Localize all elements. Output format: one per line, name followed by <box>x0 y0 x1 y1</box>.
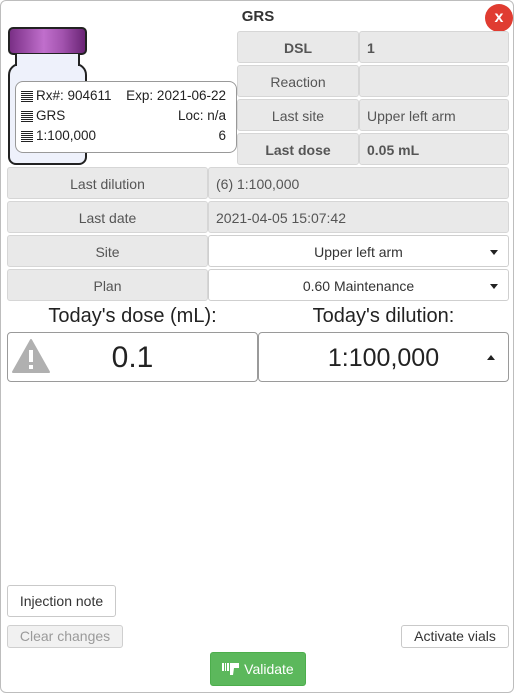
last-dilution-label: Last dilution <box>7 167 208 199</box>
today-dilution-value: 1:100,000 <box>327 344 440 372</box>
site-label: Site <box>7 235 208 267</box>
last-date-value: 2021-04-05 15:07:42 <box>208 201 509 233</box>
close-button[interactable]: x <box>485 4 513 32</box>
reaction-value <box>359 65 509 97</box>
vial-cap <box>8 27 87 55</box>
close-icon: x <box>494 9 504 26</box>
today-dose-input[interactable]: 0.1 <box>7 332 258 382</box>
barcode-icon <box>21 111 33 123</box>
vial-row-name: GRS Loc: n/a <box>21 108 226 126</box>
vial-loc: Loc: n/a <box>177 108 226 123</box>
plan-select-value: 0.60 Maintenance <box>302 278 415 294</box>
plan-label: Plan <box>7 269 208 301</box>
barcode-icon <box>21 91 33 103</box>
validate-button[interactable]: Validate <box>210 652 306 686</box>
activate-vials-button[interactable]: Activate vials <box>401 625 509 648</box>
today-dilution-label: Today's dilution: <box>312 305 455 327</box>
vial-dilution: 1:100,000 <box>36 128 97 143</box>
vial-exp: Exp: 2021-06-22 <box>126 88 226 103</box>
reaction-label: Reaction <box>237 65 359 97</box>
last-date-label: Last date <box>7 201 208 233</box>
vial-neck <box>15 54 80 66</box>
site-select-value: Upper left arm <box>314 244 403 260</box>
injection-note-button[interactable]: Injection note <box>7 585 116 617</box>
today-dilution-select[interactable]: 1:100,000 <box>258 332 509 382</box>
vial-row-rx: Rx#: 904611 Exp: 2021-06-22 <box>21 88 226 106</box>
dose-panel: GRS x Rx#: 904611 Exp: 2021-06-22 GRS Lo… <box>0 0 514 693</box>
last-dose-label: Last dose <box>237 133 359 165</box>
dsl-value: 1 <box>359 31 509 63</box>
warning-icon <box>12 339 50 373</box>
last-site-label: Last site <box>237 99 359 131</box>
page-title: GRS <box>241 8 275 25</box>
barcode-icon <box>21 131 33 143</box>
today-dose-value: 0.1 <box>111 341 154 374</box>
last-site-value: Upper left arm <box>359 99 509 131</box>
vial-dilution-number: 6 <box>218 128 226 143</box>
vial-row-dilution: 1:100,000 6 <box>21 128 226 146</box>
plan-select[interactable]: 0.60 Maintenance <box>208 269 509 301</box>
vial-rx: Rx#: 904611 <box>36 88 112 103</box>
last-dose-value: 0.05 mL <box>359 133 509 165</box>
today-dose-label: Today's dose (mL): <box>48 305 217 327</box>
site-select[interactable]: Upper left arm <box>208 235 509 267</box>
scanner-gun-icon <box>222 663 240 675</box>
validate-label: Validate <box>244 661 294 677</box>
clear-changes-button[interactable]: Clear changes <box>7 625 123 648</box>
dsl-label: DSL <box>237 31 359 63</box>
vial-label: Rx#: 904611 Exp: 2021-06-22 GRS Loc: n/a… <box>15 81 237 153</box>
caret-up-icon <box>487 355 495 360</box>
last-dilution-value: (6) 1:100,000 <box>208 167 509 199</box>
caret-down-icon <box>490 284 498 289</box>
vial-name: GRS <box>36 108 66 123</box>
caret-down-icon <box>490 250 498 255</box>
